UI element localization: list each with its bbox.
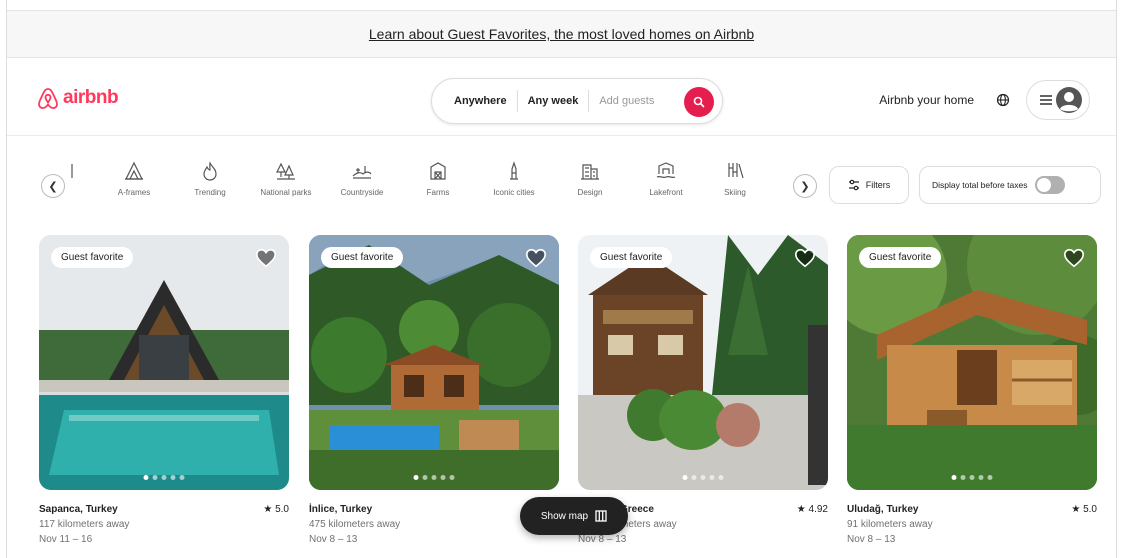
search-guests[interactable]: Add guests xyxy=(589,95,664,107)
listing-photo[interactable]: Guest favorite xyxy=(39,235,289,490)
chevron-right-icon: ❯ xyxy=(800,180,810,193)
category-item-national-parks[interactable]: National parks xyxy=(249,160,323,197)
lakefront-icon xyxy=(656,162,676,179)
guest-favorite-badge: Guest favorite xyxy=(51,247,134,268)
airbnb-logo[interactable]: airbnb xyxy=(37,86,119,110)
category-bar: ❮ A-frames Trending National parks Count… xyxy=(41,160,817,210)
wooden-cabin-pool-image xyxy=(309,235,559,490)
listing-card[interactable]: Guest favorite Sapanca, Turkey ★ 5.0 117… xyxy=(39,235,289,547)
a-frame-house-pool-image xyxy=(39,235,289,490)
category-label: National parks xyxy=(260,188,312,197)
map-icon xyxy=(595,510,607,522)
airbnb-logo-icon xyxy=(38,88,58,109)
national-park-icon xyxy=(276,162,295,180)
search-button[interactable] xyxy=(684,87,714,117)
announcement-banner: Learn about Guest Favorites, the most lo… xyxy=(7,10,1116,58)
filters-label: Filters xyxy=(865,180,891,190)
header-right-nav: Airbnb your home xyxy=(873,80,1090,120)
partial-icon xyxy=(71,164,73,178)
header: airbnb Anywhere Any week Add guests Airb… xyxy=(7,70,1116,132)
category-label: Trending xyxy=(194,188,226,197)
search-dates[interactable]: Any week xyxy=(518,95,589,107)
category-item-a-frames[interactable]: A-frames xyxy=(97,160,171,197)
search-location[interactable]: Anywhere xyxy=(432,95,517,107)
listing-info: Sapanca, Turkey ★ 5.0 117 kilometers awa… xyxy=(39,502,289,547)
header-divider xyxy=(7,135,1116,136)
guest-favorite-badge: Guest favorite xyxy=(859,247,942,268)
category-item-trending[interactable]: Trending xyxy=(173,160,247,197)
listing-card[interactable]: Guest favorite İnlice, Turkey 475 kilome… xyxy=(309,235,559,547)
category-label: Lakefront xyxy=(649,188,683,197)
listing-info: Uludağ, Turkey ★ 5.0 91 kilometers away … xyxy=(847,502,1097,547)
heart-icon[interactable] xyxy=(525,247,547,269)
heart-icon[interactable] xyxy=(1063,247,1085,269)
listing-photo[interactable]: Guest favorite xyxy=(578,235,828,490)
listing-rating: ★ 5.0 xyxy=(1071,504,1097,515)
guest-favorite-badge: Guest favorite xyxy=(321,247,404,268)
wooden-cottage-forest-image xyxy=(847,235,1097,490)
design-icon xyxy=(581,164,599,180)
category-label: Design xyxy=(577,188,603,197)
listing-photo[interactable]: Guest favorite xyxy=(309,235,559,490)
category-item-skiing[interactable]: Skiing xyxy=(705,160,765,197)
page-frame: Learn about Guest Favorites, the most lo… xyxy=(6,0,1117,558)
farm-icon xyxy=(430,162,446,180)
category-item-lakefront[interactable]: Lakefront xyxy=(629,160,703,197)
guest-favorites-link[interactable]: Learn about Guest Favorites, the most lo… xyxy=(369,26,754,42)
guest-favorite-badge: Guest favorite xyxy=(590,247,673,268)
user-menu-button[interactable] xyxy=(1026,80,1090,120)
avatar-icon xyxy=(1056,87,1082,113)
listing-rating: ★ 5.0 xyxy=(263,504,289,515)
toggle-switch[interactable] xyxy=(1035,176,1066,194)
iconic-city-icon xyxy=(510,161,518,180)
photo-carousel-dots xyxy=(413,475,455,480)
listing-card[interactable]: Guest favorite Uludağ, Turkey ★ 5.0 91 k… xyxy=(847,235,1097,547)
category-item-design[interactable]: Design xyxy=(553,160,627,197)
language-button[interactable] xyxy=(990,87,1016,113)
show-map-button[interactable]: Show map xyxy=(520,497,628,535)
countryside-icon xyxy=(352,166,372,179)
search-icon xyxy=(693,96,705,108)
listing-dates: Nov 8 – 13 xyxy=(578,534,627,545)
listing-location: Uludağ, Turkey xyxy=(847,504,919,515)
category-label: A-frames xyxy=(117,188,151,197)
flame-icon xyxy=(203,161,217,181)
category-item-iconic-cities[interactable]: Iconic cities xyxy=(477,160,551,197)
a-frame-icon xyxy=(125,161,143,180)
listing-rating: ★ 4.92 xyxy=(796,504,828,515)
category-label: Farms xyxy=(426,188,450,197)
category-item[interactable] xyxy=(45,160,85,188)
listing-distance: 91 kilometers away xyxy=(847,519,933,530)
menu-icon xyxy=(1040,95,1052,105)
category-item-farms[interactable]: Farms xyxy=(401,160,475,197)
category-item-countryside[interactable]: Countryside xyxy=(325,160,399,197)
listing-location: Sapanca, Turkey xyxy=(39,504,118,515)
taxes-label: Display total before taxes xyxy=(932,180,1028,190)
skiing-icon xyxy=(728,163,744,179)
logo-text: airbnb xyxy=(63,87,119,108)
filters-button[interactable]: Filters xyxy=(829,166,909,204)
photo-carousel-dots xyxy=(682,475,724,480)
photo-carousel-dots xyxy=(951,475,993,480)
category-label: Skiing xyxy=(724,188,746,197)
sliders-icon xyxy=(848,179,859,191)
listing-dates: Nov 8 – 13 xyxy=(309,534,358,545)
display-total-toggle[interactable]: Display total before taxes xyxy=(919,166,1101,204)
listing-distance: 117 kilometers away xyxy=(39,519,130,530)
photo-carousel-dots xyxy=(143,475,185,480)
category-label: Iconic cities xyxy=(493,188,535,197)
show-map-label: Show map xyxy=(540,510,589,522)
chalet-hedges-image xyxy=(578,235,828,490)
globe-icon xyxy=(996,93,1010,107)
search-bar[interactable]: Anywhere Any week Add guests xyxy=(431,78,723,124)
category-next-button[interactable]: ❯ xyxy=(793,174,817,198)
listing-dates: Nov 11 – 16 xyxy=(39,534,93,545)
host-link[interactable]: Airbnb your home xyxy=(873,85,980,115)
listing-dates: Nov 8 – 13 xyxy=(847,534,896,545)
category-label: Countryside xyxy=(340,188,384,197)
listing-photo[interactable]: Guest favorite xyxy=(847,235,1097,490)
heart-icon[interactable] xyxy=(255,247,277,269)
heart-icon[interactable] xyxy=(794,247,816,269)
